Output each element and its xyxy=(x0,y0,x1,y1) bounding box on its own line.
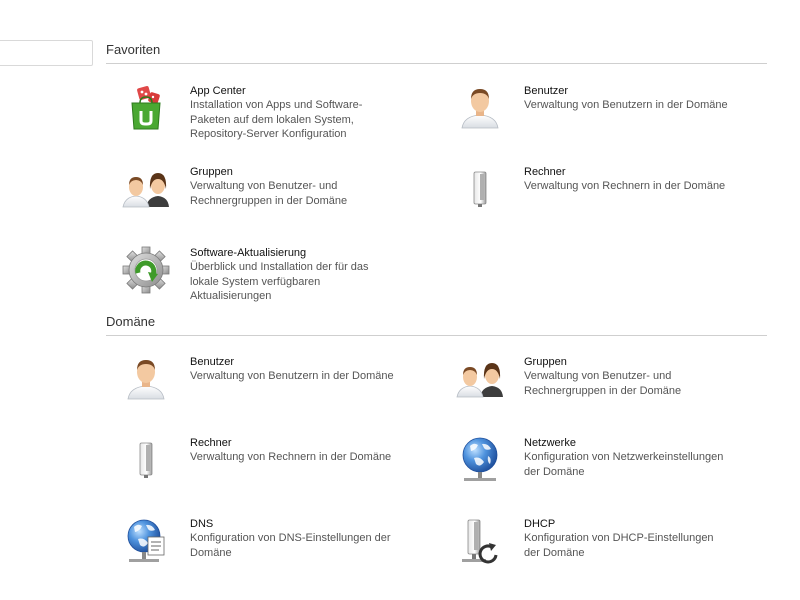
module-title: Benutzer xyxy=(190,356,235,368)
app-center-icon xyxy=(120,82,172,134)
module-description: Konfiguration von Netzwerkeinstellungen … xyxy=(524,451,724,478)
dns-icon xyxy=(120,515,172,567)
module-description: Konfiguration von DHCP-Einstellungen der… xyxy=(524,532,714,559)
category-header: Domäne xyxy=(106,314,767,336)
network-icon xyxy=(454,434,506,486)
category-favoriten: Favoriten xyxy=(106,42,767,64)
module-title: Gruppen xyxy=(524,356,567,368)
group-icon xyxy=(120,163,172,215)
module-title: Gruppen xyxy=(190,166,233,178)
module-title: App Center xyxy=(190,85,246,97)
dhcp-icon xyxy=(454,515,506,567)
module-app-center[interactable]: App Center Installation von Apps und Sof… xyxy=(106,82,406,158)
module-benutzer-domaene[interactable]: Benutzer Verwaltung von Benutzern in der… xyxy=(106,353,406,429)
module-title: Software-Aktualisierung xyxy=(190,247,307,259)
module-description: Verwaltung von Benutzern in der Domäne xyxy=(524,99,728,111)
module-description: Installation von Apps und Software- Pake… xyxy=(190,99,363,140)
module-dhcp[interactable]: DHCP Konfiguration von DHCP-Einstellunge… xyxy=(440,515,740,591)
computer-icon xyxy=(454,163,506,215)
module-gruppen[interactable]: Gruppen Verwaltung von Benutzer- und Rec… xyxy=(106,163,406,239)
module-rechner-domaene[interactable]: Rechner Verwaltung von Rechnern in der D… xyxy=(106,434,406,510)
computer-icon xyxy=(120,434,172,486)
category-domaene: Domäne xyxy=(106,314,767,336)
module-software-aktualisierung[interactable]: Software-Aktualisierung Überblick und In… xyxy=(106,244,406,320)
module-description: Verwaltung von Rechnern in der Domäne xyxy=(524,180,726,192)
user-icon xyxy=(120,353,172,405)
group-icon xyxy=(454,353,506,405)
module-netzwerke[interactable]: Netzwerke Konfiguration von Netzwerkeins… xyxy=(440,434,740,510)
module-title: Rechner xyxy=(190,437,232,449)
module-title: DNS xyxy=(190,518,214,530)
module-description: Verwaltung von Benutzer- und Rechnergrup… xyxy=(524,370,682,397)
module-description: Verwaltung von Rechnern in der Domäne xyxy=(190,451,392,463)
collapsed-panel-tab[interactable] xyxy=(0,40,93,66)
module-gruppen-domaene[interactable]: Gruppen Verwaltung von Benutzer- und Rec… xyxy=(440,353,740,429)
module-title: DHCP xyxy=(524,518,556,530)
module-rechner[interactable]: Rechner Verwaltung von Rechnern in der D… xyxy=(440,163,740,239)
module-dns[interactable]: DNS Konfiguration von DNS-Einstellungen … xyxy=(106,515,406,591)
category-header: Favoriten xyxy=(106,42,767,64)
user-icon xyxy=(454,82,506,134)
module-description: Überblick und Installation der für das l… xyxy=(190,261,369,302)
module-title: Netzwerke xyxy=(524,437,576,449)
module-title: Benutzer xyxy=(524,85,569,97)
module-description: Verwaltung von Benutzern in der Domäne xyxy=(190,370,394,382)
module-title: Rechner xyxy=(524,166,566,178)
module-description: Konfiguration von DNS-Einstellungen der … xyxy=(190,532,391,559)
module-benutzer[interactable]: Benutzer Verwaltung von Benutzern in der… xyxy=(440,82,740,158)
module-description: Verwaltung von Benutzer- und Rechnergrup… xyxy=(190,180,348,207)
software-update-icon xyxy=(120,244,172,296)
